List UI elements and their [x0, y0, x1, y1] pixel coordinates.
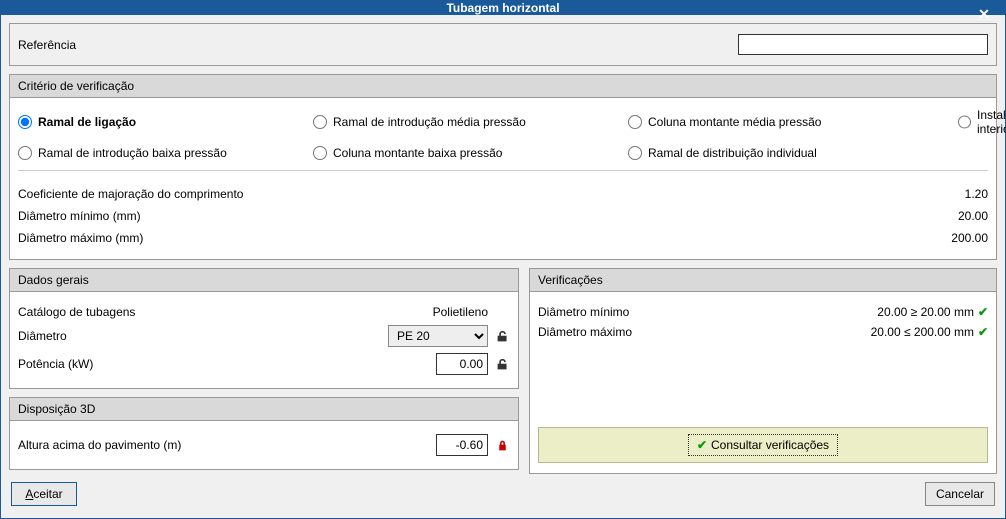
- potencia-label: Potência (kW): [18, 357, 436, 371]
- catalogo-label: Catálogo de tubagens: [18, 305, 433, 319]
- verif-dmax-row: Diâmetro máximo 20.00 ≤ 200.00 mm ✔: [538, 322, 988, 342]
- close-button[interactable]: ✕: [971, 1, 997, 27]
- diametro-label: Diâmetro: [18, 329, 388, 343]
- columns: Dados gerais Catálogo de tubagens Poliet…: [9, 268, 997, 474]
- disp3d-header: Disposição 3D: [10, 398, 518, 421]
- radio-ramal-intro-baixa[interactable]: Ramal de introdução baixa pressão: [18, 146, 313, 160]
- altura-input[interactable]: [436, 434, 488, 456]
- dados-group: Dados gerais Catálogo de tubagens Poliet…: [9, 268, 519, 389]
- disp3d-body: Altura acima do pavimento (m): [10, 421, 518, 469]
- radio-coluna-baixa[interactable]: Coluna montante baixa pressão: [313, 146, 628, 160]
- reference-input[interactable]: [738, 34, 988, 55]
- radio-ramal-intro-media-label: Ramal de introdução média pressão: [333, 115, 526, 129]
- catalogo-value: Polietileno: [433, 305, 488, 319]
- dmin-value: 20.00: [958, 209, 988, 223]
- radio-ramal-ligacao[interactable]: Ramal de ligação: [18, 108, 313, 136]
- reference-label: Referência: [18, 38, 76, 52]
- criteria-group: Critério de verificação Ramal de ligação…: [9, 74, 997, 260]
- consult-box: ✔ Consultar verificações: [538, 427, 988, 463]
- radio-ramal-ligacao-label: Ramal de ligação: [38, 115, 136, 129]
- coef-label: Coeficiente de majoração do comprimento: [18, 187, 243, 201]
- verif-header: Verificações: [530, 269, 996, 292]
- radio-ramal-distrib[interactable]: Ramal de distribuição individual: [628, 146, 958, 160]
- verif-dmax-value: 20.00 ≤ 200.00 mm: [871, 325, 974, 339]
- dmin-row: Diâmetro mínimo (mm) 20.00: [18, 205, 988, 227]
- verif-body: Diâmetro mínimo 20.00 ≥ 20.00 mm ✔ Diâme…: [530, 292, 996, 473]
- check-icon: ✔: [978, 325, 988, 339]
- accept-button[interactable]: Aceitar: [11, 482, 77, 506]
- potencia-row: Potência (kW): [18, 350, 510, 378]
- verif-dmin-row: Diâmetro mínimo 20.00 ≥ 20.00 mm ✔: [538, 302, 988, 322]
- window-title: Tubagem horizontal: [446, 1, 559, 15]
- unlock-icon[interactable]: [494, 328, 510, 344]
- altura-row: Altura acima do pavimento (m): [18, 431, 510, 459]
- reference-row: Referência: [9, 23, 997, 66]
- unlock-icon[interactable]: [494, 356, 510, 372]
- radio-instalacao-interior[interactable]: Instalação interior: [958, 108, 1006, 136]
- check-icon: ✔: [697, 438, 707, 452]
- radio-ramal-intro-baixa-input[interactable]: [18, 146, 32, 160]
- dialog-window: Tubagem horizontal ✕ Referência Critério…: [0, 0, 1006, 519]
- radio-coluna-baixa-label: Coluna montante baixa pressão: [333, 146, 502, 160]
- verif-group: Verificações Diâmetro mínimo 20.00 ≥ 20.…: [529, 268, 997, 474]
- button-row: Aceitar Cancelar: [9, 482, 997, 510]
- radio-instalacao-interior-label: Instalação interior: [977, 108, 1006, 136]
- radio-coluna-media-input[interactable]: [628, 115, 642, 129]
- consult-label: Consultar verificações: [711, 438, 829, 452]
- consult-button[interactable]: ✔ Consultar verificações: [688, 434, 838, 456]
- radio-ramal-intro-media[interactable]: Ramal de introdução média pressão: [313, 108, 628, 136]
- diametro-row: Diâmetro PE 20: [18, 322, 510, 350]
- criteria-header: Critério de verificação: [10, 75, 996, 98]
- dmax-label: Diâmetro máximo (mm): [18, 231, 143, 245]
- verif-dmin-value: 20.00 ≥ 20.00 mm: [877, 305, 974, 319]
- column-right: Verificações Diâmetro mínimo 20.00 ≥ 20.…: [529, 268, 997, 474]
- check-icon: ✔: [978, 305, 988, 319]
- titlebar: Tubagem horizontal ✕: [1, 1, 1005, 15]
- verif-dmax-label: Diâmetro máximo: [538, 325, 871, 339]
- verif-dmin-label: Diâmetro mínimo: [538, 305, 877, 319]
- dmax-value: 200.00: [951, 231, 988, 245]
- coef-row: Coeficiente de majoração do comprimento …: [18, 183, 988, 205]
- radio-ramal-distrib-input[interactable]: [628, 146, 642, 160]
- radio-coluna-baixa-input[interactable]: [313, 146, 327, 160]
- content-area: Referência Critério de verificação Ramal…: [1, 15, 1005, 518]
- radio-instalacao-interior-input[interactable]: [958, 115, 971, 129]
- criteria-body: Ramal de ligação Ramal de introdução méd…: [10, 98, 996, 259]
- disp3d-group: Disposição 3D Altura acima do pavimento …: [9, 397, 519, 470]
- potencia-input[interactable]: [436, 353, 488, 375]
- diametro-select[interactable]: PE 20: [388, 325, 488, 347]
- criteria-separator: [18, 170, 988, 171]
- dados-body: Catálogo de tubagens Polietileno Diâmetr…: [10, 292, 518, 388]
- radio-ramal-distrib-label: Ramal de distribuição individual: [648, 146, 817, 160]
- radio-ramal-intro-media-input[interactable]: [313, 115, 327, 129]
- criteria-radio-grid: Ramal de ligação Ramal de introdução méd…: [18, 108, 988, 160]
- catalogo-row: Catálogo de tubagens Polietileno: [18, 302, 510, 322]
- altura-label: Altura acima do pavimento (m): [18, 438, 436, 452]
- dmin-label: Diâmetro mínimo (mm): [18, 209, 141, 223]
- radio-coluna-media-label: Coluna montante média pressão: [648, 115, 821, 129]
- radio-coluna-media[interactable]: Coluna montante média pressão: [628, 108, 958, 136]
- dados-header: Dados gerais: [10, 269, 518, 292]
- coef-value: 1.20: [965, 187, 988, 201]
- column-left: Dados gerais Catálogo de tubagens Poliet…: [9, 268, 519, 474]
- cancel-button[interactable]: Cancelar: [925, 482, 995, 506]
- radio-ramal-intro-baixa-label: Ramal de introdução baixa pressão: [38, 146, 227, 160]
- dmax-row: Diâmetro máximo (mm) 200.00: [18, 227, 988, 249]
- radio-ramal-ligacao-input[interactable]: [18, 115, 32, 129]
- lock-icon[interactable]: [494, 437, 510, 453]
